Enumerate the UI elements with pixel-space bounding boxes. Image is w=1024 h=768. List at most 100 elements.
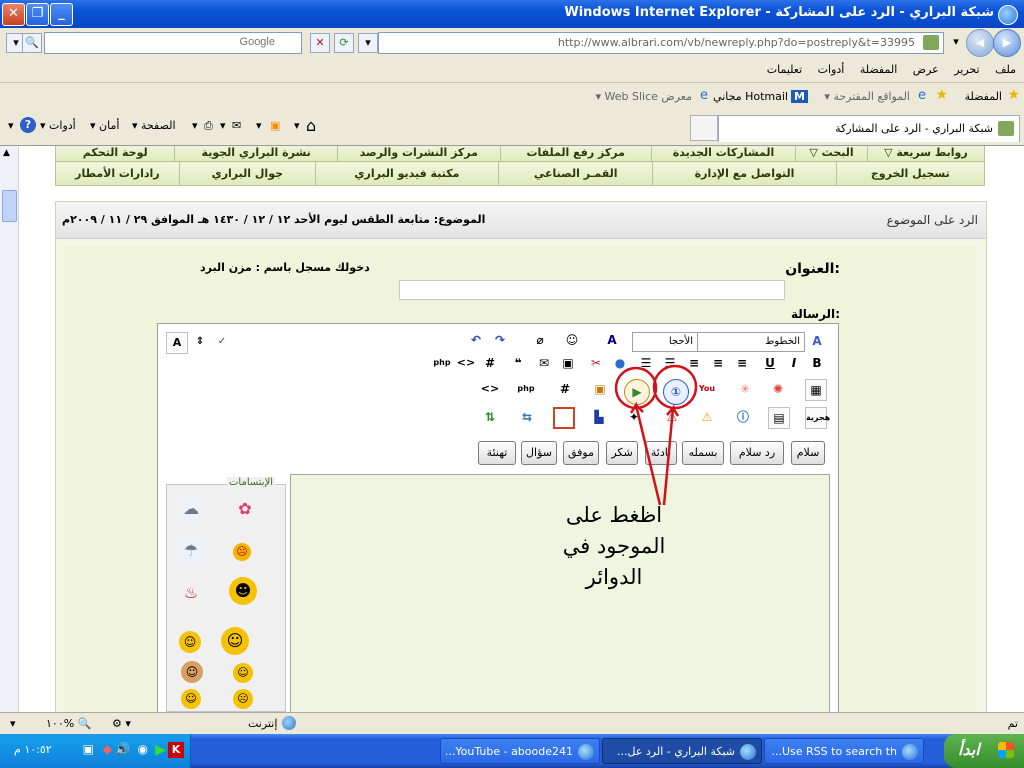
border-box-icon[interactable] [553, 407, 575, 429]
search-icon[interactable]: 🔍 [22, 33, 42, 53]
zoom-level[interactable]: ١٠٠% 🔍 [46, 717, 91, 730]
refresh-icon[interactable]: ⟳ [334, 33, 354, 53]
undo-icon[interactable]: ↶ [466, 330, 486, 350]
up-down-icon[interactable]: ⇅ [480, 407, 500, 427]
nav-contact-admin[interactable]: التواصل مع الإدارة [652, 161, 837, 186]
sad-smilie-icon[interactable]: ☹ [233, 689, 253, 709]
new-tab-button[interactable] [690, 115, 718, 141]
search-input[interactable] [71, 33, 279, 51]
quote-icon[interactable]: ❝ [508, 353, 528, 373]
tray-app-icon[interactable]: ◆ [103, 742, 112, 756]
task-rss-search[interactable]: Use RSS to search th... [764, 738, 924, 764]
hug-smilie-icon[interactable]: ☻ [229, 577, 257, 605]
drink-icon[interactable]: ♨ [177, 579, 205, 607]
volume-icon[interactable]: 🔊 [115, 742, 130, 756]
menu-edit[interactable]: تحرير [954, 63, 979, 76]
swap-icon[interactable]: ⇆ [517, 407, 537, 427]
url-field[interactable]: http://www.albrari.com/vb/newreply.php?d… [378, 32, 944, 54]
hotmail-link[interactable]: Hotmail مجاني [713, 90, 788, 103]
code-icon[interactable]: <> [456, 353, 476, 373]
youtube-icon[interactable]: You [697, 379, 717, 399]
minimize-button[interactable]: _ [50, 3, 73, 26]
size-select[interactable]: الأحجا [632, 332, 698, 352]
help-icon[interactable]: ? [20, 117, 36, 133]
menu-tools[interactable]: أدوات [818, 63, 845, 76]
start-button[interactable]: ابدأ [944, 734, 1024, 768]
web-slice-link[interactable]: معرض Web Slice ▾ [596, 90, 693, 103]
hash2-icon[interactable]: # [555, 379, 575, 399]
mail-dropdown-icon[interactable]: ▾ [220, 119, 226, 132]
home-icon[interactable]: ⌂ [306, 116, 316, 135]
page-menu[interactable]: الصفحة ▾ [132, 119, 176, 132]
unlink-icon[interactable]: ✂ [586, 353, 606, 373]
nav-mobile[interactable]: جوال البراري [178, 161, 316, 186]
spellcheck-icon[interactable]: ✓ [212, 332, 232, 352]
quick-opening-button[interactable]: بادئة [645, 441, 677, 465]
quick-basmala-button[interactable]: بسمله [682, 441, 724, 465]
task-albrari[interactable]: شبكة البراري - الرد عل... [602, 738, 762, 764]
nav-rain-radars[interactable]: رادارات الأمطار [55, 161, 180, 186]
shy-smilie-icon[interactable]: ☺ [181, 689, 201, 709]
suggested-sites-link[interactable]: المواقع المقترحة ▾ [824, 90, 910, 103]
stop-icon[interactable]: ✕ [310, 33, 330, 53]
feed-dropdown-icon[interactable]: ▾ [256, 119, 262, 132]
task-youtube[interactable]: YouTube - aboode241... [440, 738, 600, 764]
warning-icon[interactable]: ⚠ [697, 407, 717, 427]
quick-thanks-button[interactable]: شكر [606, 441, 638, 465]
scroll-thumb[interactable] [2, 190, 17, 222]
italic-icon[interactable]: I [784, 353, 804, 373]
remove-format-icon[interactable]: A [807, 331, 827, 351]
home-dropdown-icon[interactable]: ▾ [294, 119, 300, 132]
back-arrow-icon[interactable]: ◀ [966, 29, 994, 57]
protected-mode-icon[interactable]: ⚙ ▾ [112, 717, 131, 730]
alert-icon[interactable]: ⚠ [662, 407, 682, 427]
menu-favorites[interactable]: المفضلة [860, 63, 897, 76]
nav-satellite[interactable]: القمـر الصناعي [497, 161, 654, 186]
url-text[interactable]: http://www.albrari.com/vb/newreply.php?d… [558, 36, 915, 49]
text-color-icon[interactable]: A [602, 330, 622, 350]
mail-icon[interactable]: ✉ [232, 119, 241, 132]
smilie-icon[interactable]: ☺ [562, 330, 582, 350]
angry-smilie-icon[interactable]: ☹ [233, 543, 251, 561]
table-icon[interactable]: ▦ [805, 379, 827, 401]
switch-mode-icon[interactable]: A [166, 332, 188, 354]
tools-menu[interactable]: أدوات ▾ [40, 119, 76, 132]
favorites-star-icon[interactable]: ★ [1007, 87, 1020, 103]
tray-shield-icon[interactable]: ▣ [83, 742, 94, 756]
wink-smilie-icon[interactable]: ☺ [233, 663, 253, 683]
vertical-scrollbar[interactable]: ▲ [0, 146, 19, 712]
sword-smilie-icon[interactable]: ☺ [221, 627, 249, 655]
rss-feed-icon[interactable]: ▣ [270, 119, 280, 132]
rain-cloud-icon[interactable]: ☂ [177, 537, 205, 565]
history-dropdown-icon[interactable]: ▾ [947, 33, 965, 51]
quick-good-luck-button[interactable]: موفق [563, 441, 599, 465]
forward-arrow-icon[interactable]: ▶ [993, 29, 1021, 57]
address-dropdown-icon[interactable]: ▾ [358, 33, 378, 53]
scroll-up-icon[interactable]: ▲ [3, 148, 10, 158]
attach-icon[interactable]: ⌀ [530, 330, 550, 350]
menu-help[interactable]: تعليمات [767, 63, 802, 76]
font-select[interactable]: الخطوط [697, 332, 805, 352]
text-block-icon[interactable]: ▤ [768, 407, 790, 429]
bold-icon[interactable]: B [807, 353, 827, 373]
redo-icon[interactable]: ↷ [490, 330, 510, 350]
quick-reply-salam-button[interactable]: رد سلام [730, 441, 784, 465]
nav-video-library[interactable]: مكتبة فيديو البراري [314, 161, 499, 186]
align-right-icon[interactable]: ≡ [732, 353, 752, 373]
fill-icon[interactable]: ▙ [589, 407, 609, 427]
print-dropdown-icon[interactable]: ▾ [192, 119, 198, 132]
restore-button[interactable]: ❐ [26, 3, 49, 26]
php2-icon[interactable]: php [516, 379, 536, 399]
ordered-list-icon[interactable]: ☰ [660, 353, 680, 373]
media-play-icon[interactable]: ▶ [155, 742, 166, 758]
confused-smilie-icon[interactable]: ☺ [179, 631, 201, 653]
network-icon[interactable]: ◉ [138, 742, 148, 756]
close-button[interactable]: ✕ [2, 3, 25, 26]
search-field[interactable] [44, 32, 302, 54]
cloud-icon[interactable]: ☁ [177, 495, 205, 523]
rose-icon[interactable]: ✿ [231, 495, 259, 523]
title-input[interactable] [399, 280, 785, 300]
print-icon[interactable]: ⎙ [204, 119, 213, 133]
hijri-icon[interactable]: هجرية [805, 407, 830, 429]
quick-salam-button[interactable]: سلام [791, 441, 825, 465]
